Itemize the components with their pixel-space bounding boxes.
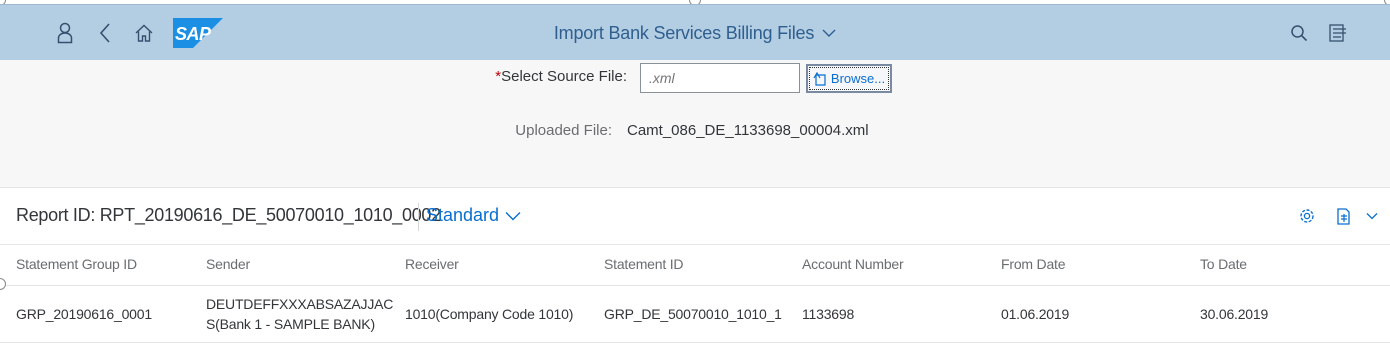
column-header[interactable]: Statement Group ID bbox=[16, 256, 137, 272]
uploaded-file-name: Camt_086_DE_1133698_00004.xml bbox=[627, 122, 869, 139]
settings-icon[interactable] bbox=[1298, 202, 1316, 230]
cell-sender: DEUTDEFFXXXABSAZAJJACS(Bank 1 - SAMPLE B… bbox=[206, 296, 394, 332]
chevron-down-icon bbox=[822, 29, 836, 37]
logo-text: SAP bbox=[175, 24, 211, 44]
browse-label: Browse... bbox=[830, 71, 886, 86]
search-icon[interactable] bbox=[1281, 5, 1317, 61]
chevron-down-icon bbox=[505, 211, 521, 220]
variant-label: Standard bbox=[426, 205, 500, 225]
column-header[interactable]: Sender bbox=[206, 256, 250, 272]
cell-from-date: 01.06.2019 bbox=[1001, 306, 1070, 322]
column-header[interactable]: Account Number bbox=[802, 256, 904, 272]
cell-account-number: 1133698 bbox=[802, 306, 855, 322]
statements-table: Statement Group ID Sender Receiver State… bbox=[0, 245, 1390, 343]
upload-form: *Select Source File: Browse... Uploaded … bbox=[0, 60, 1390, 188]
cell-to-date: 30.06.2019 bbox=[1200, 306, 1269, 322]
report-title: Report ID: RPT_20190616_DE_50070010_1010… bbox=[16, 205, 441, 225]
browse-button[interactable]: Browse... bbox=[806, 64, 892, 93]
upload-icon bbox=[813, 71, 826, 86]
table-header: Statement Group ID Sender Receiver State… bbox=[0, 245, 1390, 286]
column-header[interactable]: To Date bbox=[1200, 256, 1247, 272]
back-icon[interactable] bbox=[87, 5, 123, 61]
uploaded-file-label: Uploaded File: bbox=[515, 122, 612, 139]
sap-logo[interactable]: SAP bbox=[173, 18, 223, 48]
table-toolbar: Report ID: RPT_20190616_DE_50070010_1010… bbox=[0, 188, 1390, 245]
home-icon[interactable] bbox=[126, 5, 162, 61]
app-title-menu[interactable]: Import Bank Services Billing Files bbox=[554, 23, 836, 44]
cell-statement-group-id: GRP_20190616_0001 bbox=[16, 306, 152, 322]
notifications-menu-icon[interactable] bbox=[1321, 5, 1357, 61]
column-header[interactable]: Receiver bbox=[405, 256, 459, 272]
cell-statement-id: GRP_DE_50070010_1010_1 bbox=[604, 306, 782, 322]
user-icon[interactable] bbox=[47, 5, 83, 61]
column-header[interactable]: Statement ID bbox=[604, 256, 684, 272]
source-file-label: *Select Source File: bbox=[495, 68, 627, 85]
cell-receiver: 1010(Company Code 1010) bbox=[405, 306, 574, 322]
source-file-input[interactable] bbox=[640, 63, 800, 93]
toolbar-separator bbox=[418, 203, 419, 231]
table-row[interactable]: GRP_20190616_0001 DEUTDEFFXXXABSAZAJJACS… bbox=[0, 286, 1390, 343]
export-menu-chevron-icon[interactable] bbox=[1366, 202, 1378, 230]
app-title: Import Bank Services Billing Files bbox=[553, 22, 815, 43]
column-header[interactable]: From Date bbox=[1001, 256, 1066, 272]
variant-selector[interactable]: Standard bbox=[426, 205, 521, 226]
shell-bar: SAP Import Bank Services Billing Files bbox=[0, 4, 1390, 60]
export-icon[interactable] bbox=[1334, 202, 1354, 230]
